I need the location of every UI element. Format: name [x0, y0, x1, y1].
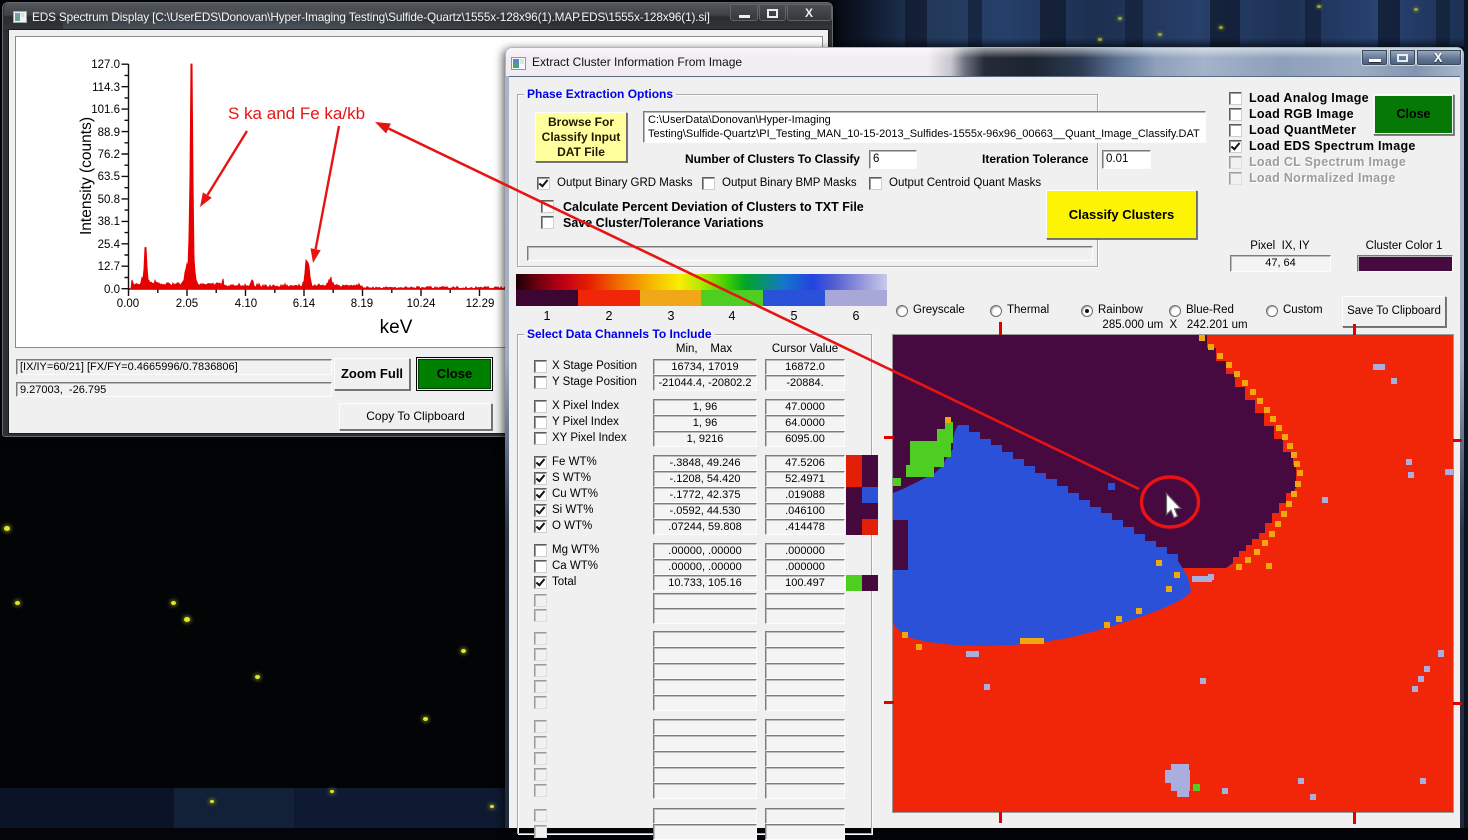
- svg-text:S ka and Fe ka/kb: S ka and Fe ka/kb: [228, 104, 365, 123]
- svg-text:114.3: 114.3: [92, 82, 120, 94]
- svg-text:4.10: 4.10: [235, 298, 257, 310]
- svg-text:10.24: 10.24: [407, 298, 436, 310]
- svg-text:0.00: 0.00: [117, 298, 139, 310]
- svg-text:50.8: 50.8: [98, 194, 120, 206]
- svg-text:63.5: 63.5: [98, 171, 120, 183]
- svg-text:76.2: 76.2: [98, 149, 120, 161]
- svg-text:12.7: 12.7: [98, 261, 120, 273]
- svg-text:88.9: 88.9: [98, 127, 120, 139]
- svg-text:Intensity (counts): Intensity (counts): [78, 117, 95, 235]
- svg-text:12.29: 12.29: [466, 298, 495, 310]
- svg-text:127.0: 127.0: [91, 59, 120, 71]
- svg-text:keV: keV: [380, 317, 413, 338]
- svg-text:8.19: 8.19: [351, 298, 373, 310]
- svg-text:2.05: 2.05: [176, 298, 198, 310]
- svg-text:101.6: 101.6: [91, 104, 120, 116]
- svg-text:38.1: 38.1: [98, 216, 120, 228]
- svg-text:25.4: 25.4: [98, 239, 121, 251]
- svg-text:0.0: 0.0: [104, 284, 120, 296]
- svg-text:6.14: 6.14: [293, 298, 316, 310]
